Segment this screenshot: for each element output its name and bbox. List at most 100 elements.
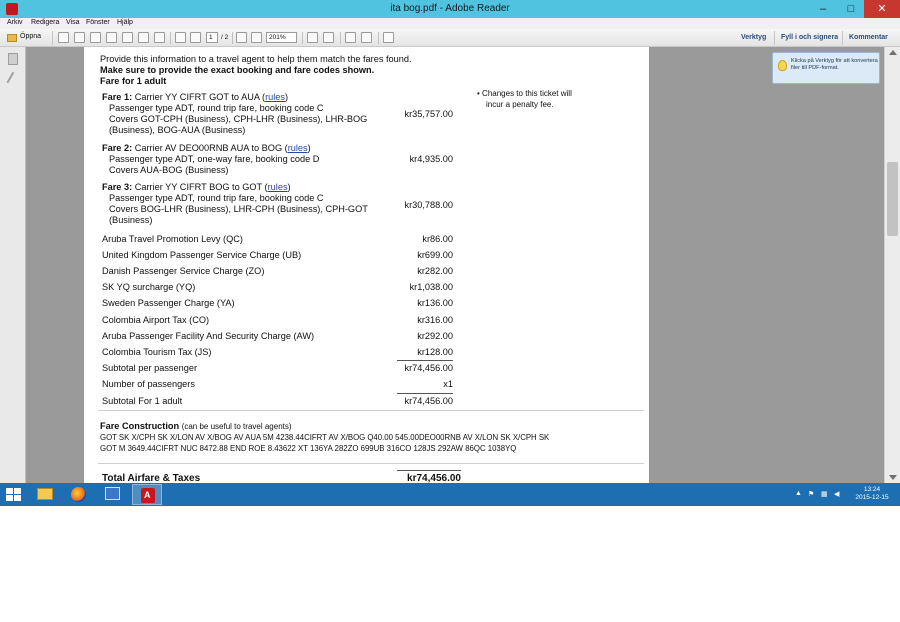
page-down-icon[interactable] bbox=[190, 32, 201, 43]
minimize-button[interactable]: – bbox=[810, 0, 836, 18]
subtotal-per-passenger-label: Subtotal per passenger bbox=[102, 363, 198, 373]
fare-3-detail: Covers BOG-LHR (Business), LHR-CPH (Busi… bbox=[109, 204, 368, 214]
email-icon[interactable] bbox=[154, 32, 165, 43]
cloud-upload-icon[interactable] bbox=[106, 32, 117, 43]
taskbar-firefox[interactable] bbox=[64, 484, 94, 505]
tax-amount: kr136.00 bbox=[417, 298, 453, 308]
fare-1-detail: (Business), BOG-AUA (Business) bbox=[109, 125, 246, 135]
navigation-pane bbox=[0, 47, 26, 483]
clock-date: 2015-12-15 bbox=[855, 494, 889, 501]
subtotal-adult-amount: kr74,456.00 bbox=[404, 396, 453, 406]
fare-1-carrier: Carrier YY CIFRT GOT to AUA ( bbox=[134, 92, 266, 102]
zoom-out-icon[interactable] bbox=[236, 32, 247, 43]
window-title: ita bog.pdf - Adobe Reader bbox=[390, 3, 510, 14]
tools-link[interactable]: Verktyg bbox=[741, 34, 766, 41]
fit-width-icon[interactable] bbox=[323, 32, 334, 43]
network-icon bbox=[105, 487, 120, 500]
menu-fonster[interactable]: Fönster bbox=[86, 19, 110, 26]
intro-line: Provide this information to a travel age… bbox=[100, 54, 412, 64]
open-button[interactable]: Öppna bbox=[4, 31, 48, 45]
toolbar-divider bbox=[170, 32, 171, 44]
taskbar-network-app[interactable] bbox=[98, 484, 128, 505]
toolbar-divider bbox=[774, 31, 775, 45]
document-area[interactable]: Provide this information to a travel age… bbox=[26, 47, 884, 483]
menu-visa[interactable]: Visa bbox=[66, 19, 80, 26]
scroll-up-icon[interactable] bbox=[889, 50, 897, 55]
comment-link[interactable]: Kommentar bbox=[849, 34, 888, 41]
page-number-input[interactable]: 1 bbox=[206, 32, 218, 43]
tax-name: SK YQ surcharge (YQ) bbox=[102, 282, 196, 292]
total-rule bbox=[397, 470, 461, 471]
print-icon[interactable] bbox=[138, 32, 149, 43]
fare-1-detail: Passenger type ADT, round trip fare, boo… bbox=[109, 103, 324, 113]
note-bullet: • bbox=[477, 89, 480, 98]
fare-2-detail: Passenger type ADT, one-way fare, bookin… bbox=[109, 154, 320, 164]
vertical-scrollbar[interactable] bbox=[884, 47, 900, 483]
taskbar-clock[interactable]: 13:24 2015-12-15 bbox=[848, 486, 896, 502]
page-up-icon[interactable] bbox=[175, 32, 186, 43]
tax-name: Sweden Passenger Charge (YA) bbox=[102, 298, 235, 308]
scroll-down-icon[interactable] bbox=[889, 475, 897, 480]
tax-amount: kr699.00 bbox=[417, 250, 453, 260]
save-icon[interactable] bbox=[122, 32, 133, 43]
pages-icon[interactable] bbox=[8, 53, 18, 65]
export-pdf-icon[interactable] bbox=[74, 32, 85, 43]
close-button[interactable]: ✕ bbox=[864, 0, 900, 18]
tax-name: Colombia Tourism Tax (JS) bbox=[102, 347, 212, 357]
taskbar-adobe-reader[interactable]: A bbox=[132, 484, 162, 505]
zoom-in-icon[interactable] bbox=[251, 32, 262, 43]
fare-1-rules-link[interactable]: rules bbox=[265, 92, 285, 102]
fit-page-icon[interactable] bbox=[307, 32, 318, 43]
menu-hjalp[interactable]: Hjälp bbox=[117, 19, 133, 26]
page-total: / 2 bbox=[221, 34, 229, 41]
menu-redigera[interactable]: Redigera bbox=[31, 19, 59, 26]
create-pdf-icon[interactable] bbox=[58, 32, 69, 43]
fare-3-carrier: Carrier YY CIFRT BOG to GOT ( bbox=[134, 182, 268, 192]
zoom-select[interactable]: 201% bbox=[266, 32, 297, 43]
screen: ita bog.pdf - Adobe Reader – □ ✕ Arkiv R… bbox=[0, 0, 900, 506]
fare-3-label: Fare 3: bbox=[102, 182, 133, 192]
exact-codes-line: Make sure to provide the exact booking a… bbox=[100, 65, 375, 75]
menu-arkiv[interactable]: Arkiv bbox=[7, 19, 23, 26]
tray-arrow-icon[interactable]: ▲ bbox=[795, 490, 802, 497]
num-passengers-value: x1 bbox=[443, 379, 453, 389]
fill-sign-link[interactable]: Fyll i och signera bbox=[781, 34, 838, 41]
toolbar-divider bbox=[302, 32, 303, 44]
fare-3-header: Fare 3: Carrier YY CIFRT BOG to GOT (rul… bbox=[102, 182, 291, 193]
tax-name: Colombia Airport Tax (CO) bbox=[102, 315, 210, 325]
tray-network-icon[interactable]: ▦ bbox=[821, 490, 828, 498]
tax-amount: kr282.00 bbox=[417, 266, 453, 276]
taskbar: A ▲ ⚑ ▦ ◀ 13:24 2015-12-15 bbox=[0, 483, 900, 506]
tax-amount: kr316.00 bbox=[417, 315, 453, 325]
maximize-button[interactable]: □ bbox=[838, 0, 864, 18]
paren: ) bbox=[307, 143, 311, 153]
tray-volume-icon[interactable]: ◀ bbox=[834, 490, 839, 498]
edit-pdf-icon[interactable] bbox=[90, 32, 101, 43]
fare-construction-note: (can be useful to travel agents) bbox=[181, 422, 292, 431]
scroll-thumb[interactable] bbox=[887, 162, 898, 236]
tax-name: Aruba Passenger Facility And Security Ch… bbox=[102, 331, 315, 341]
fullscreen-icon[interactable] bbox=[383, 32, 394, 43]
fare-2-detail: Covers AUA-BOG (Business) bbox=[109, 165, 229, 175]
sum-rule bbox=[397, 360, 453, 361]
tax-amount: kr1,038.00 bbox=[409, 282, 453, 292]
fare-2-rules-link[interactable]: rules bbox=[288, 143, 308, 153]
taskbar-file-explorer[interactable] bbox=[30, 484, 60, 505]
fare-3-detail: Passenger type ADT, round trip fare, boo… bbox=[109, 193, 324, 203]
attachment-icon[interactable] bbox=[6, 71, 20, 87]
comment-icon[interactable] bbox=[345, 32, 356, 43]
fare-1-amount: kr35,757.00 bbox=[404, 109, 453, 119]
fare-3-rules-link[interactable]: rules bbox=[268, 182, 288, 192]
fare-2-amount: kr4,935.00 bbox=[409, 154, 453, 164]
fare-1-label: Fare 1: bbox=[102, 92, 133, 102]
fare-3-detail: (Business) bbox=[109, 215, 153, 225]
tray-flag-icon[interactable]: ⚑ bbox=[808, 490, 814, 498]
total-label: Total Airfare & Taxes bbox=[102, 473, 201, 483]
tools-tip-bubble[interactable]: Klicka på Verktyg för att konvertera fil… bbox=[772, 52, 880, 84]
windows-start-icon[interactable] bbox=[6, 488, 21, 501]
toolbar-divider bbox=[232, 32, 233, 44]
paren: ) bbox=[285, 92, 289, 102]
clock-time: 13:24 bbox=[863, 486, 881, 493]
sign-icon[interactable] bbox=[361, 32, 372, 43]
sum-rule bbox=[397, 393, 453, 394]
